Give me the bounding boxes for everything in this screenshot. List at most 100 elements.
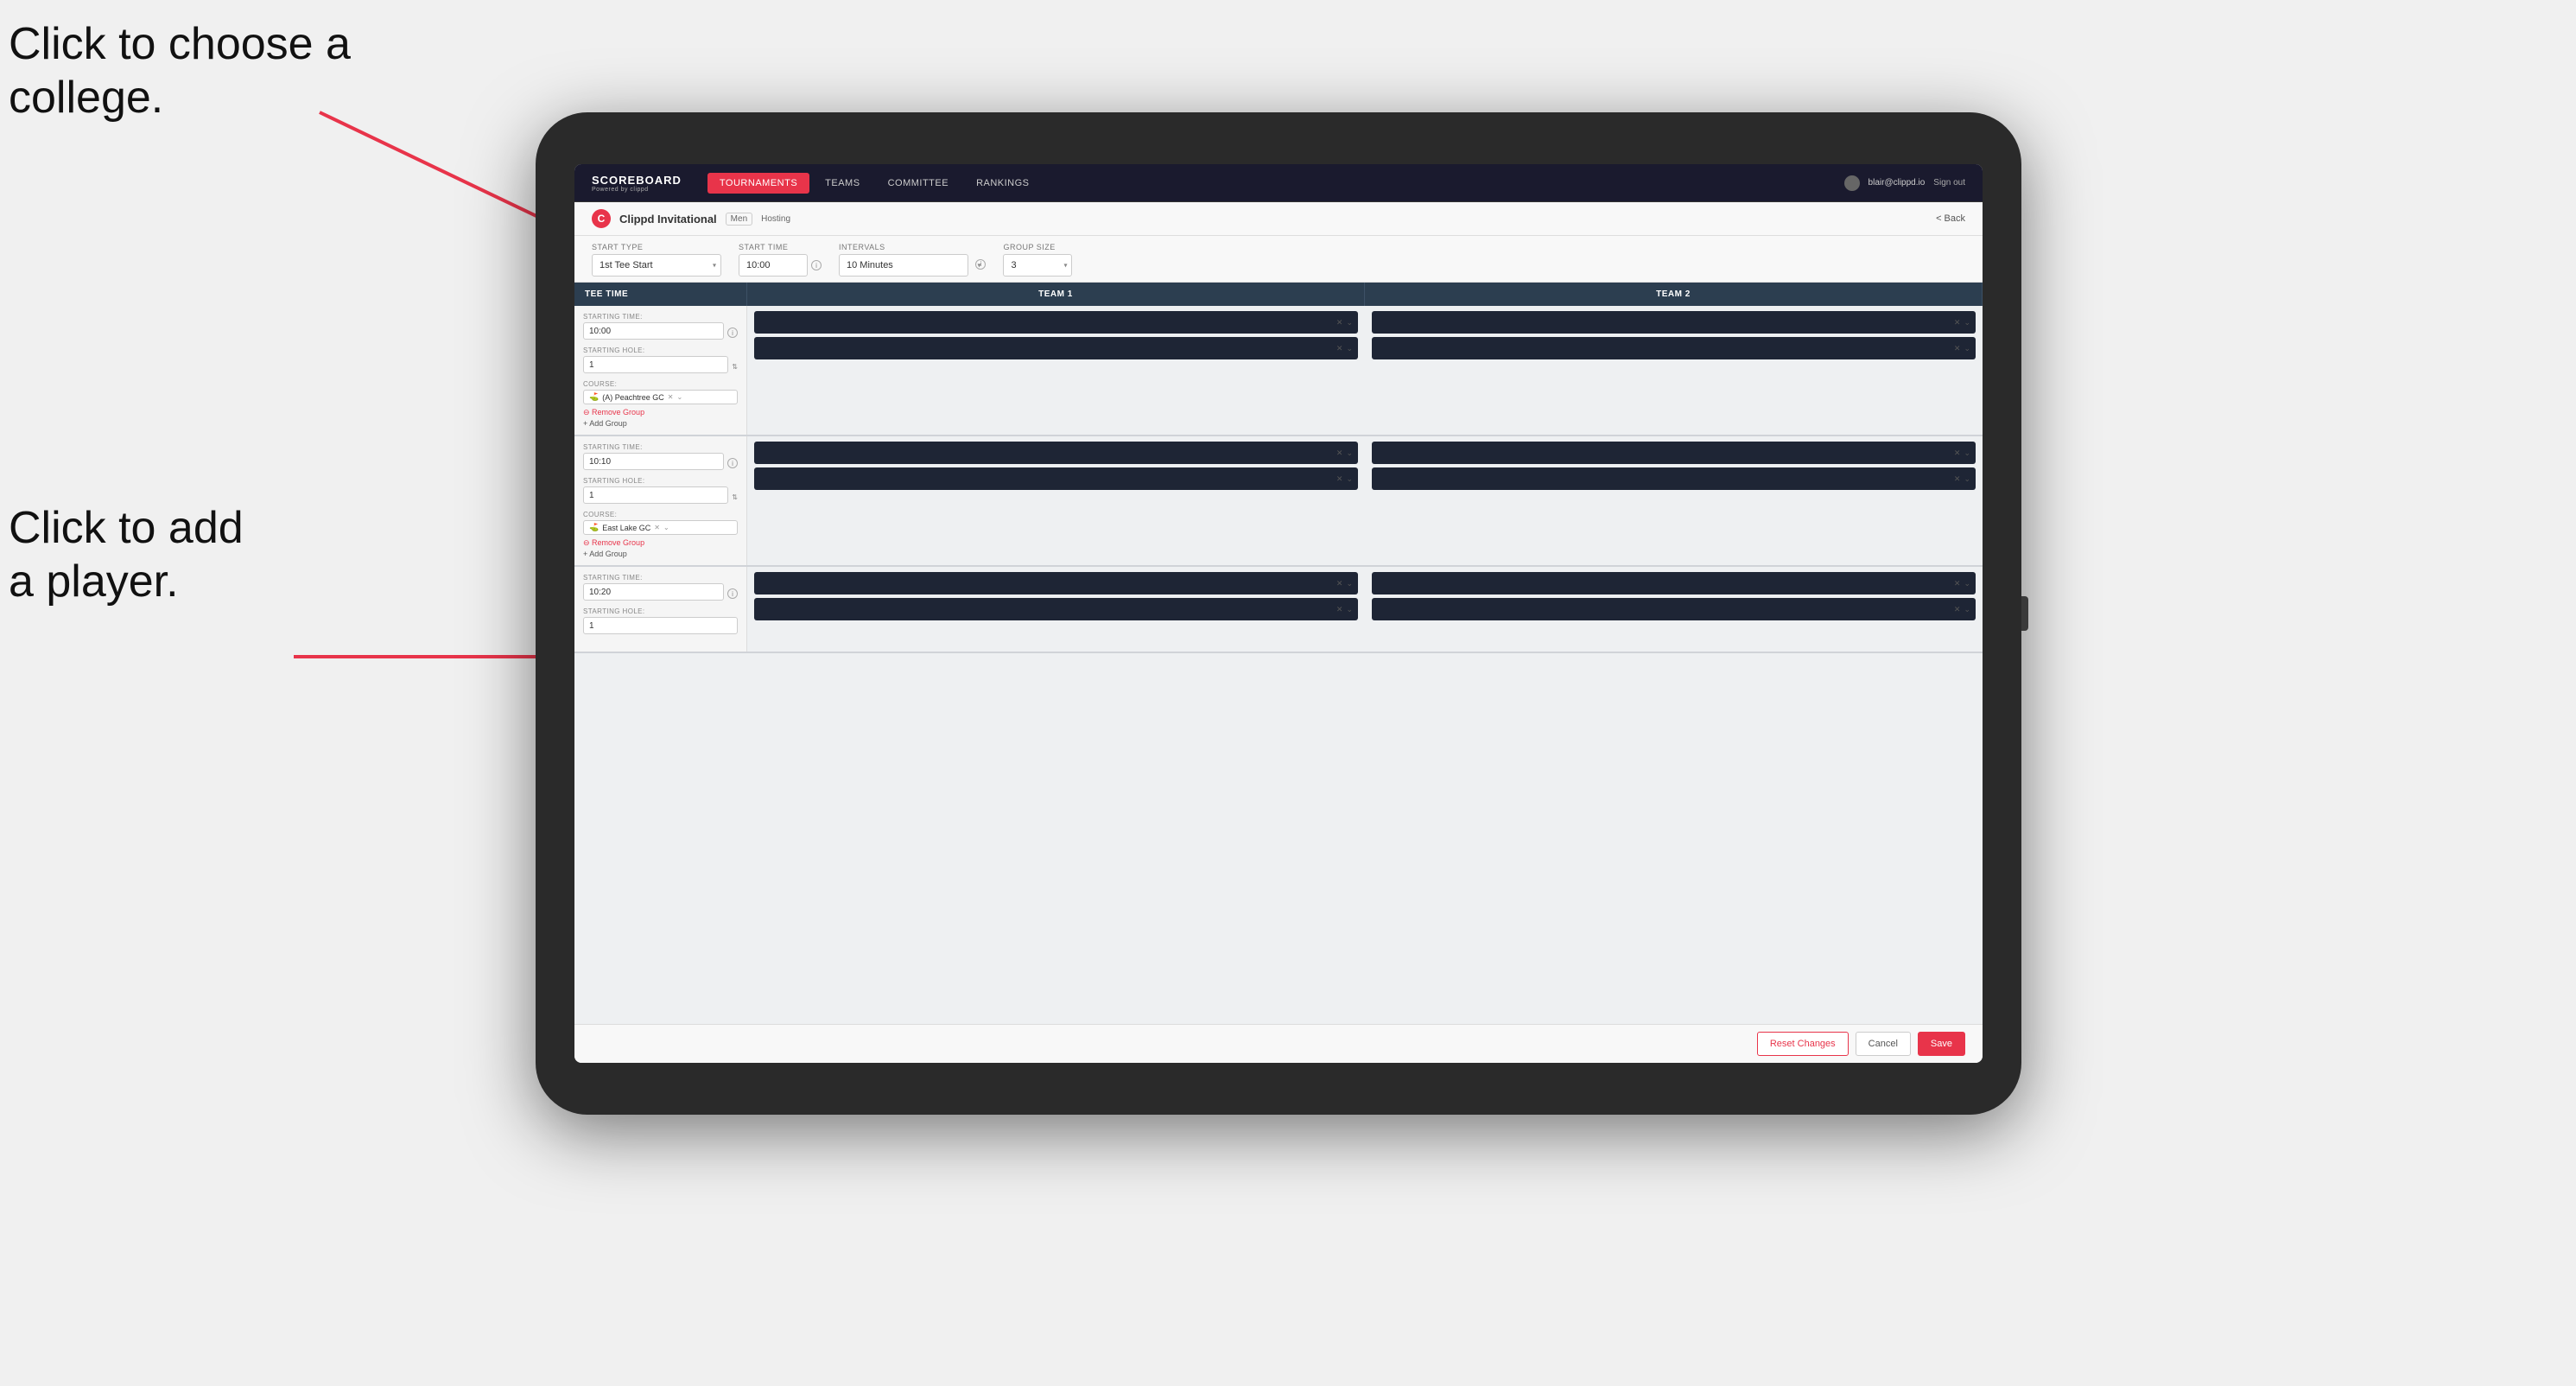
- annotation-line4: a player.: [9, 556, 179, 607]
- slot-chevron-icon-1-2[interactable]: ⌄: [1346, 344, 1353, 353]
- starting-time-info-icon-3[interactable]: i: [727, 588, 738, 599]
- hosting-badge: Hosting: [761, 214, 790, 224]
- starting-time-input-2[interactable]: 10:10: [583, 453, 724, 470]
- player-slot-row2-2-1[interactable]: ✕ ⌄: [1372, 442, 1976, 464]
- player-slot-1-2[interactable]: ✕ ⌄: [754, 337, 1358, 359]
- slot-x-icon-1-1[interactable]: ✕: [1336, 318, 1343, 327]
- course-label-1: COURSE:: [583, 380, 738, 388]
- action-links-2: ⊖ Remove Group + Add Group: [583, 538, 738, 558]
- starting-time-label-2: STARTING TIME:: [583, 443, 738, 451]
- slot-chevron-icon-row3-2-2[interactable]: ⌄: [1964, 605, 1970, 614]
- slot-chevron-icon-row2-1-2[interactable]: ⌄: [1346, 474, 1353, 484]
- player-slot-2-2[interactable]: ✕ ⌄: [1372, 337, 1976, 359]
- start-type-select-wrapper: 1st Tee Start ▾: [592, 254, 721, 277]
- content-area[interactable]: STARTING TIME: 10:00 i STARTING HOLE: 1 …: [574, 306, 1983, 1024]
- th-team2: Team 2: [1365, 283, 1983, 306]
- slot-x-icon-1-2[interactable]: ✕: [1336, 344, 1343, 353]
- table-row: STARTING TIME: 10:10 i STARTING HOLE: 1 …: [574, 436, 1983, 567]
- th-tee-time: Tee Time: [574, 283, 747, 306]
- player-slot-row3-2-2[interactable]: ✕ ⌄: [1372, 598, 1976, 620]
- course-icon-2: ⛳: [589, 523, 599, 532]
- team1-panel-1: ✕ ⌄ ✕ ⌄: [747, 306, 1365, 435]
- slot-x-icon-row2-1-1[interactable]: ✕: [1336, 448, 1343, 458]
- start-time-label: Start Time: [739, 243, 822, 251]
- course-dropdown-icon-2[interactable]: ⌄: [663, 524, 669, 531]
- course-label-2: COURSE:: [583, 511, 738, 518]
- start-time-input[interactable]: [739, 254, 808, 277]
- save-button[interactable]: Save: [1918, 1032, 1965, 1056]
- annotation-add-player: Click to add a player.: [9, 501, 244, 609]
- slot-chevron-icon-row2-2-1[interactable]: ⌄: [1964, 448, 1970, 458]
- starting-time-info-icon-2[interactable]: i: [727, 458, 738, 468]
- add-group-link-2[interactable]: + Add Group: [583, 550, 738, 558]
- nav-link-committee[interactable]: COMMITTEE: [876, 173, 961, 194]
- starting-hole-input-2[interactable]: 1: [583, 486, 728, 504]
- nav-link-tournaments[interactable]: TOURNAMENTS: [707, 173, 809, 194]
- starting-hole-label-3: STARTING HOLE:: [583, 607, 738, 615]
- starting-hole-input-3[interactable]: 1: [583, 617, 738, 634]
- slot-x-icon-row3-2-2[interactable]: ✕: [1954, 605, 1961, 614]
- course-tag-wrapper-1: ⛳ (A) Peachtree GC ✕ ⌄: [583, 390, 738, 404]
- intervals-label: Intervals: [839, 243, 986, 251]
- nav-right: blair@clippd.io Sign out: [1844, 175, 1965, 191]
- course-remove-icon-2[interactable]: ✕: [654, 524, 660, 531]
- starting-time-info-icon-1[interactable]: i: [727, 327, 738, 338]
- reset-changes-button[interactable]: Reset Changes: [1757, 1032, 1849, 1056]
- intervals-select[interactable]: 10 Minutes: [839, 254, 968, 277]
- starting-hole-input-1[interactable]: 1: [583, 356, 728, 373]
- remove-group-link-2[interactable]: ⊖ Remove Group: [583, 538, 738, 548]
- intervals-group: Intervals 10 Minutes ▾ i: [839, 243, 986, 277]
- slot-chevron-icon-2-1[interactable]: ⌄: [1964, 318, 1970, 327]
- group-size-select[interactable]: 3: [1003, 254, 1072, 277]
- course-remove-icon-1[interactable]: ✕: [668, 393, 674, 401]
- player-slot-row3-1-2[interactable]: ✕ ⌄: [754, 598, 1358, 620]
- slot-x-icon-row3-1-1[interactable]: ✕: [1336, 579, 1343, 588]
- start-time-info-icon[interactable]: i: [811, 260, 822, 270]
- slot-x-icon-row3-2-1[interactable]: ✕: [1954, 579, 1961, 588]
- slot-chevron-icon-row3-1-1[interactable]: ⌄: [1346, 579, 1353, 588]
- slot-x-icon-row2-1-2[interactable]: ✕: [1336, 474, 1343, 484]
- slot-chevron-icon-row3-2-1[interactable]: ⌄: [1964, 579, 1970, 588]
- player-slot-row2-1-2[interactable]: ✕ ⌄: [754, 467, 1358, 490]
- starting-time-input-1[interactable]: 10:00: [583, 322, 724, 340]
- course-tag-2[interactable]: ⛳ East Lake GC ✕ ⌄: [583, 520, 738, 535]
- slot-x-icon-2-1[interactable]: ✕: [1954, 318, 1961, 327]
- add-group-link-1[interactable]: + Add Group: [583, 419, 738, 428]
- slot-chevron-icon-row2-1-1[interactable]: ⌄: [1346, 448, 1353, 458]
- slot-x-icon-row2-2-1[interactable]: ✕: [1954, 448, 1961, 458]
- player-slot-row3-1-1[interactable]: ✕ ⌄: [754, 572, 1358, 594]
- starting-time-row-1: 10:00 i: [583, 322, 738, 343]
- intervals-info-icon[interactable]: i: [975, 259, 986, 270]
- starting-time-input-3[interactable]: 10:20: [583, 583, 724, 601]
- start-time-group: Start Time i: [739, 243, 822, 277]
- tablet-screen: SCOREBOARD Powered by clippd TOURNAMENTS…: [574, 164, 1983, 1063]
- logo-area: SCOREBOARD Powered by clippd: [592, 174, 682, 193]
- player-slot-row2-2-2[interactable]: ✕ ⌄: [1372, 467, 1976, 490]
- user-avatar: [1844, 175, 1860, 191]
- back-button[interactable]: < Back: [1936, 213, 1965, 224]
- player-slot-row3-2-1[interactable]: ✕ ⌄: [1372, 572, 1976, 594]
- slot-chevron-icon-1-1[interactable]: ⌄: [1346, 318, 1353, 327]
- player-slot-row2-1-1[interactable]: ✕ ⌄: [754, 442, 1358, 464]
- start-type-group: Start Type 1st Tee Start ▾: [592, 243, 721, 277]
- tablet-side-button: [2021, 596, 2028, 631]
- course-dropdown-icon-1[interactable]: ⌄: [676, 393, 682, 401]
- cancel-button[interactable]: Cancel: [1856, 1032, 1911, 1056]
- player-slot-1-1[interactable]: ✕ ⌄: [754, 311, 1358, 334]
- nav-link-rankings[interactable]: RANKINGS: [964, 173, 1041, 194]
- starting-hole-row-3: 1: [583, 617, 738, 638]
- slot-chevron-icon-2-2[interactable]: ⌄: [1964, 344, 1970, 353]
- slot-x-icon-row2-2-2[interactable]: ✕: [1954, 474, 1961, 484]
- course-name-2: East Lake GC: [602, 524, 650, 532]
- course-tag-1[interactable]: ⛳ (A) Peachtree GC ✕ ⌄: [583, 390, 738, 404]
- nav-link-teams[interactable]: TEAMS: [813, 173, 872, 194]
- start-type-select[interactable]: 1st Tee Start: [592, 254, 721, 277]
- sign-out-link[interactable]: Sign out: [1933, 178, 1965, 188]
- player-slot-2-1[interactable]: ✕ ⌄: [1372, 311, 1976, 334]
- slot-x-icon-row3-1-2[interactable]: ✕: [1336, 605, 1343, 614]
- slot-chevron-icon-row3-1-2[interactable]: ⌄: [1346, 605, 1353, 614]
- remove-group-link-1[interactable]: ⊖ Remove Group: [583, 408, 738, 417]
- slot-chevron-icon-row2-2-2[interactable]: ⌄: [1964, 474, 1970, 484]
- course-name-1: (A) Peachtree GC: [602, 393, 664, 402]
- slot-x-icon-2-2[interactable]: ✕: [1954, 344, 1961, 353]
